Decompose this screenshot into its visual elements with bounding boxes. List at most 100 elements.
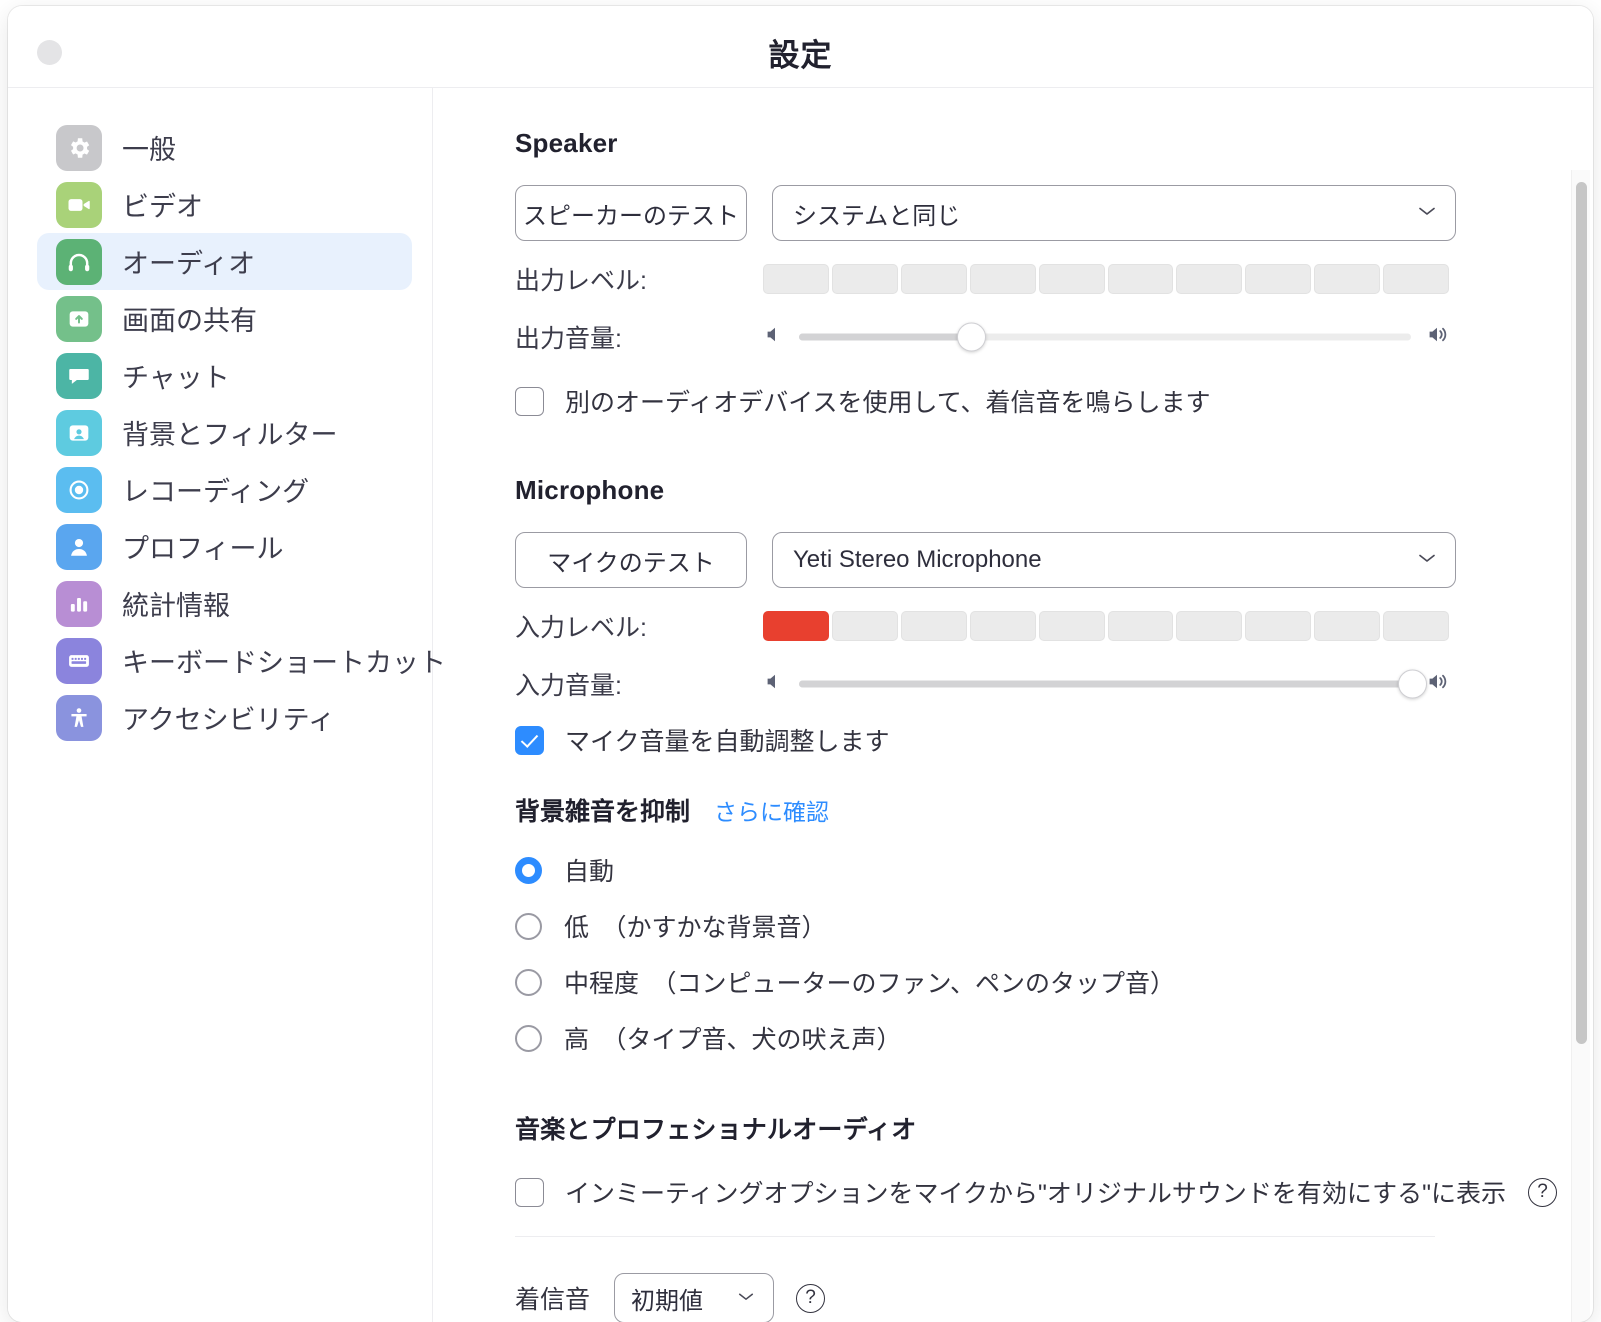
test-microphone-button[interactable]: マイクのテスト (515, 532, 747, 588)
sidebar-item-audio[interactable]: オーディオ (37, 233, 412, 290)
sidebar-item-label: アクセシビリティ (122, 705, 336, 735)
microphone-high-icon (1425, 670, 1453, 699)
radio-button[interactable] (515, 968, 542, 996)
speaker-device-select[interactable]: システムと同じ (772, 185, 1456, 241)
input-volume-slider[interactable] (763, 664, 1453, 704)
auto-adjust-volume-checkbox[interactable] (515, 725, 544, 755)
noise-option-auto[interactable]: 自動 (515, 846, 1593, 894)
sidebar-item-video[interactable]: ビデオ (37, 176, 412, 233)
chevron-down-icon (1417, 204, 1437, 222)
input-level-meter (763, 611, 1450, 641)
original-sound-row[interactable]: インミーティングオプションをマイクから"オリジナルサウンドを有効にする"に表示 … (515, 1174, 1593, 1210)
sidebar-item-label: キーボードショートカット (122, 648, 446, 678)
chevron-down-icon (737, 1289, 755, 1307)
input-level-row: 入力レベル: (515, 608, 1593, 644)
sidebar-item-label: オーディオ (122, 249, 256, 279)
separate-ringtone-device-row[interactable]: 別のオーディオデバイスを使用して、着信音を鳴らします (515, 383, 1593, 419)
meter-segment (1314, 264, 1381, 294)
microphone-device-value: Yeti Stereo Microphone (793, 546, 1042, 573)
sidebar-item-label: 一般 (122, 135, 176, 165)
sidebar-item-profile[interactable]: プロフィール (37, 518, 412, 575)
microphone-device-select[interactable]: Yeti Stereo Microphone (772, 532, 1456, 588)
noise-suppression-learn-more-link[interactable]: さらに確認 (714, 793, 829, 827)
meter-segment (1038, 611, 1105, 641)
output-level-label: 出力レベル: (515, 267, 647, 295)
sidebar-item-label: プロフィール (122, 534, 284, 564)
noise-option-low[interactable]: 低 （かすかな背景音） (515, 902, 1593, 950)
title-bar: 設定 (8, 6, 1593, 88)
speaker-device-value: システムと同じ (793, 202, 961, 230)
settings-panel: Speaker スピーカーのテスト システムと同じ 出力レベル: 出力音量: 別… (433, 88, 1593, 1322)
slider-fill (799, 680, 1411, 688)
profile-icon (56, 523, 102, 570)
sidebar-item-background-filters[interactable]: 背景とフィルター (37, 404, 412, 461)
noise-option-medium[interactable]: 中程度 （コンピューターのファン、ペンのタップ音） (515, 958, 1593, 1006)
input-volume-label: 入力音量: (515, 672, 622, 700)
output-volume-row: 出力音量: (515, 317, 1593, 357)
sidebar-item-label: チャット (122, 363, 230, 393)
video-icon (56, 181, 102, 228)
meter-segment (1383, 611, 1450, 641)
help-icon[interactable]: ? (1528, 1177, 1558, 1207)
slider-thumb[interactable] (1398, 669, 1427, 699)
meter-segment (831, 264, 898, 294)
gear-icon (56, 124, 102, 171)
sidebar-item-statistics[interactable]: 統計情報 (37, 575, 412, 632)
ringtone-row: 着信音 初期値 ? (515, 1273, 1593, 1322)
output-volume-slider[interactable] (763, 317, 1453, 357)
output-level-row: 出力レベル: (515, 261, 1593, 297)
output-level-meter (763, 264, 1450, 294)
headphones-icon (56, 238, 102, 285)
radio-button[interactable] (515, 856, 542, 884)
sidebar-item-general[interactable]: 一般 (37, 119, 412, 176)
speaker-heading: Speaker (515, 128, 618, 158)
separate-ringtone-device-label: 別のオーディオデバイスを使用して、着信音を鳴らします (565, 389, 1211, 417)
test-speaker-button[interactable]: スピーカーのテスト (515, 185, 747, 241)
auto-adjust-volume-row[interactable]: マイク音量を自動調整します (515, 722, 1593, 758)
slider-fill (799, 333, 971, 341)
screen-share-icon (56, 295, 102, 342)
meter-segment (1176, 611, 1243, 641)
meter-segment (1176, 264, 1243, 294)
section-divider (515, 1236, 1435, 1237)
background-icon (56, 409, 102, 456)
ringtone-label: 着信音 (515, 1286, 591, 1314)
stats-icon (56, 580, 102, 627)
input-level-label: 入力レベル: (515, 614, 647, 642)
scrollbar-thumb[interactable] (1576, 182, 1587, 1044)
page-title: 設定 (768, 38, 833, 73)
sidebar-item-recording[interactable]: レコーディング (37, 461, 412, 518)
speaker-device-row: スピーカーのテスト システムと同じ (515, 185, 1593, 241)
radio-button[interactable] (515, 1024, 542, 1052)
sidebar-item-keyboard-shortcuts[interactable]: キーボードショートカット (37, 632, 446, 689)
noise-suppression-heading: 背景雑音を抑制 (515, 798, 691, 826)
original-sound-checkbox[interactable] (515, 1177, 544, 1207)
meter-segment (1383, 264, 1450, 294)
meter-segment (969, 264, 1036, 294)
keyboard-icon (56, 637, 102, 684)
help-icon[interactable]: ? (796, 1283, 826, 1313)
sidebar-item-label: 統計情報 (122, 591, 230, 621)
meter-segment (763, 264, 829, 294)
noise-option-high[interactable]: 高 （タイプ音、犬の吠え声） (515, 1014, 1593, 1062)
meter-segment (900, 264, 967, 294)
noise-suppression-header: 背景雑音を抑制 さらに確認 (515, 792, 1593, 828)
radio-label: 自動 (564, 858, 615, 886)
speaker-low-icon (763, 323, 787, 352)
vertical-scrollbar[interactable] (1571, 170, 1590, 1322)
chevron-down-icon (1417, 551, 1437, 569)
meter-segment (1245, 611, 1312, 641)
ringtone-select[interactable]: 初期値 (614, 1273, 775, 1322)
slider-thumb[interactable] (957, 322, 987, 352)
ringtone-value: 初期値 (631, 1287, 704, 1315)
original-sound-label: インミーティングオプションをマイクから"オリジナルサウンドを有効にする"に表示 (565, 1180, 1507, 1208)
radio-button[interactable] (515, 912, 542, 940)
sidebar-item-screen-share[interactable]: 画面の共有 (37, 290, 412, 347)
meter-segment (969, 611, 1036, 641)
settings-window: 設定 一般 ビデオ オーディオ 画面の共有 チャット 背景とフィルター レコーデ… (8, 6, 1593, 1322)
separate-ringtone-device-checkbox[interactable] (515, 386, 544, 416)
meter-segment (900, 611, 967, 641)
meter-segment (1107, 264, 1174, 294)
sidebar-item-accessibility[interactable]: アクセシビリティ (37, 689, 412, 746)
sidebar-item-chat[interactable]: チャット (37, 347, 412, 404)
